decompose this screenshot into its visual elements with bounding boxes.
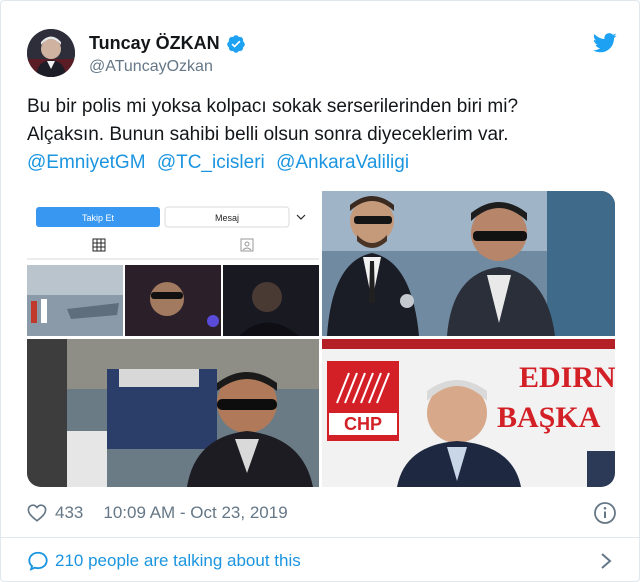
user-handle[interactable]: @ATuncayOzkan	[89, 58, 213, 76]
avatar[interactable]	[27, 29, 75, 77]
info-icon[interactable]	[593, 501, 617, 525]
tweet-timestamp[interactable]: 10:09 AM - Oct 23, 2019	[103, 503, 287, 523]
photo-chp-banner[interactable]: CHP EDIRN BAŞKA	[322, 339, 615, 487]
photo-profile-screenshot[interactable]: Takip Et Mesaj	[27, 191, 319, 336]
conversation-label: 210 people are talking about this	[55, 551, 301, 570]
like-button[interactable]: 433	[27, 503, 83, 523]
chp-sign-text: CHP	[344, 414, 382, 434]
tweet-header: Tuncay ÖZKAN @ATuncayOzkan	[27, 29, 617, 79]
mentions-row: @EmniyetGM @TC_icisleri @AnkaraValiligi	[27, 149, 617, 177]
mention-link[interactable]: @AnkaraValiligi	[276, 152, 409, 173]
message-label: Mesaj	[215, 213, 239, 223]
tweet-footer: 433 10:09 AM - Oct 23, 2019	[27, 499, 617, 527]
avatar-image	[27, 29, 75, 77]
twitter-bird-icon[interactable]	[593, 33, 617, 53]
name-row: Tuncay ÖZKAN	[89, 33, 246, 54]
photo-man-sunglasses[interactable]	[27, 339, 319, 487]
mention-link[interactable]: @TC_icisleri	[157, 152, 265, 173]
photo-two-men[interactable]	[322, 191, 615, 336]
banner-text-line-2: BAŞKA	[497, 401, 601, 434]
tweet-media-grid[interactable]: Takip Et Mesaj CHP EDIRN BAŞKA	[27, 191, 615, 487]
banner-text-line-1: EDIRN	[519, 361, 615, 394]
follow-label: Takip Et	[82, 213, 115, 223]
display-name[interactable]: Tuncay ÖZKAN	[89, 33, 220, 54]
tweet-card: Tuncay ÖZKAN @ATuncayOzkan Bu bir polis …	[0, 0, 640, 582]
speech-bubble-icon	[28, 551, 48, 571]
heart-icon	[27, 504, 47, 522]
media-photos: Takip Et Mesaj CHP EDIRN BAŞKA	[27, 191, 615, 487]
like-count: 433	[55, 503, 84, 522]
tweet-text-line-2: Alçaksın. Bunun sahibi belli olsun sonra…	[27, 124, 509, 145]
tweet-text: Bu bir polis mi yoksa kolpacı sokak sers…	[27, 93, 617, 177]
conversation-link[interactable]: 210 people are talking about this	[27, 547, 617, 575]
tweet-text-line-1: Bu bir polis mi yoksa kolpacı sokak sers…	[27, 96, 519, 117]
mention-link[interactable]: @EmniyetGM	[27, 152, 146, 173]
verified-badge-icon	[226, 34, 245, 53]
divider	[1, 537, 640, 538]
chevron-right-icon	[601, 553, 612, 569]
